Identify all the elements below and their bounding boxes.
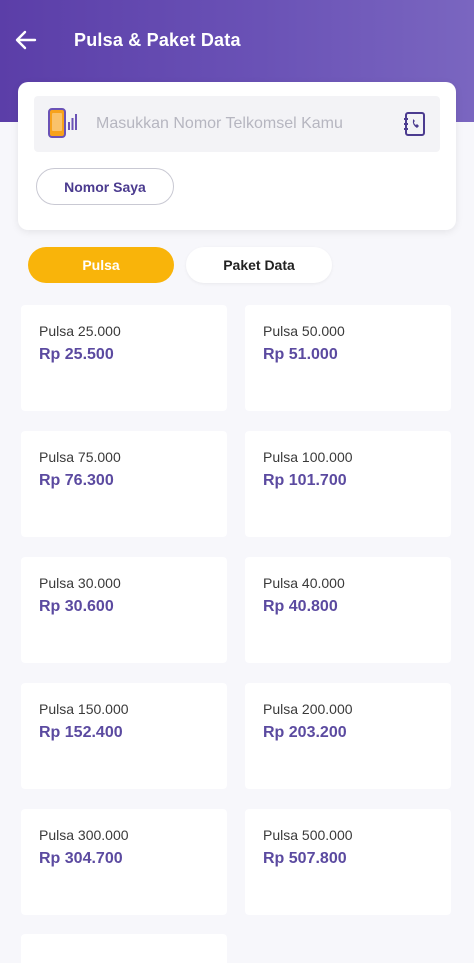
product-card[interactable]: Pulsa 200.000 Rp 203.200 <box>245 683 451 789</box>
product-card[interactable]: Pulsa 100.000 Rp 101.700 <box>245 431 451 537</box>
product-name: Pulsa 25.000 <box>39 323 121 339</box>
product-card[interactable]: Pulsa 300.000 Rp 304.700 <box>21 809 227 915</box>
back-button[interactable] <box>2 16 50 64</box>
product-price: Rp 101.700 <box>263 472 347 489</box>
contact-book-icon[interactable] <box>400 109 430 139</box>
product-card[interactable]: Pulsa 30.000 Rp 30.600 <box>21 557 227 663</box>
product-name: Pulsa 200.000 <box>263 701 353 717</box>
product-name: Pulsa 500.000 <box>263 827 353 843</box>
product-price: Rp 507.800 <box>263 850 347 867</box>
product-name: Pulsa 75.000 <box>39 449 121 465</box>
phone-input-row <box>34 96 440 152</box>
product-name: Pulsa 300.000 <box>39 827 129 843</box>
product-grid: Pulsa 25.000 Rp 25.500 Pulsa 50.000 Rp 5… <box>21 305 452 915</box>
product-name: Pulsa 30.000 <box>39 575 121 591</box>
product-card[interactable]: Pulsa 150.000 Rp 152.400 <box>21 683 227 789</box>
product-price: Rp 25.500 <box>39 346 114 363</box>
tab-paket-data[interactable]: Paket Data <box>186 247 332 283</box>
product-card[interactable]: Pulsa 500.000 Rp 507.800 <box>245 809 451 915</box>
product-name: Pulsa 100.000 <box>263 449 353 465</box>
top-app-bar: Pulsa & Paket Data <box>0 0 474 80</box>
product-price: Rp 51.000 <box>263 346 338 363</box>
product-price: Rp 76.300 <box>39 472 114 489</box>
product-price: Rp 152.400 <box>39 724 123 741</box>
product-card[interactable]: Pulsa 25.000 Rp 25.500 <box>21 305 227 411</box>
product-price: Rp 30.600 <box>39 598 114 615</box>
product-card[interactable]: Pulsa 75.000 Rp 76.300 <box>21 431 227 537</box>
product-price: Rp 40.800 <box>263 598 338 615</box>
my-number-button[interactable]: Nomor Saya <box>36 168 174 205</box>
phone-signal-icon <box>44 106 80 142</box>
product-price: Rp 203.200 <box>263 724 347 741</box>
product-name: Pulsa 150.000 <box>39 701 129 717</box>
arrow-left-icon <box>15 30 37 50</box>
tab-pulsa[interactable]: Pulsa <box>28 247 174 283</box>
product-name: Pulsa 40.000 <box>263 575 345 591</box>
product-card[interactable]: Pulsa 50.000 Rp 51.000 <box>245 305 451 411</box>
product-card[interactable]: Pulsa 40.000 Rp 40.800 <box>245 557 451 663</box>
page-title: Pulsa & Paket Data <box>74 29 241 50</box>
product-tabs: Pulsa Paket Data <box>28 247 332 283</box>
product-card-partial[interactable] <box>21 934 227 963</box>
phone-number-input[interactable] <box>80 104 400 144</box>
product-price: Rp 304.700 <box>39 850 123 867</box>
phone-input-card: Nomor Saya <box>18 82 456 230</box>
product-name: Pulsa 50.000 <box>263 323 345 339</box>
